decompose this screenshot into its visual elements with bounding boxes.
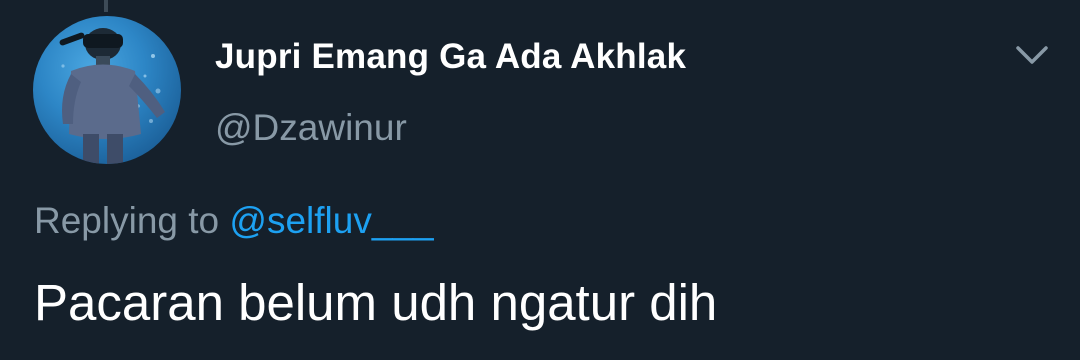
tweet-text: Pacaran belum udh ngatur dih — [34, 274, 718, 331]
thread-connector-line — [104, 0, 108, 12]
tweet-card: Jupri Emang Ga Ada Akhlak @Dzawinur Repl… — [0, 0, 1080, 360]
author-handle[interactable]: @Dzawinur — [215, 107, 407, 149]
avatar-diver-image — [59, 28, 165, 164]
avatar[interactable] — [33, 16, 181, 164]
replying-to-label: Replying to — [34, 200, 220, 241]
tweet-menu-button[interactable] — [1012, 38, 1052, 74]
replying-to-line: Replying to @selfluv___ — [34, 200, 434, 242]
chevron-down-icon — [1016, 46, 1048, 64]
reply-mention-link[interactable]: @selfluv___ — [229, 200, 433, 241]
author-display-name[interactable]: Jupri Emang Ga Ada Akhlak — [215, 37, 686, 77]
